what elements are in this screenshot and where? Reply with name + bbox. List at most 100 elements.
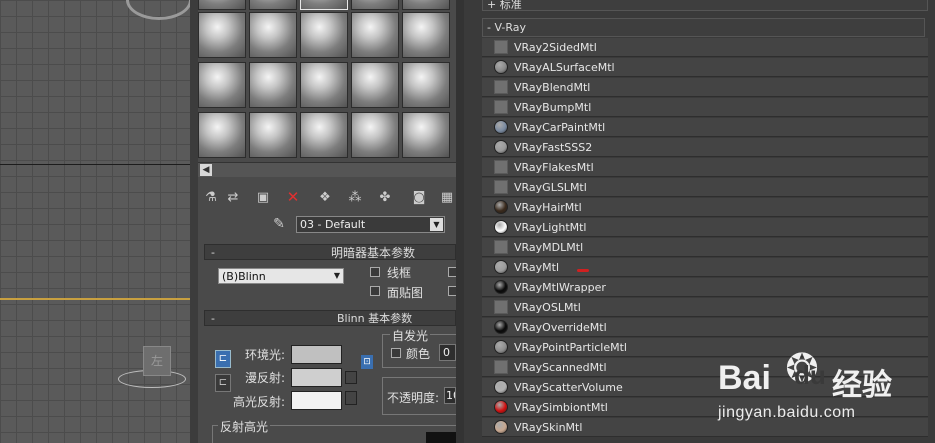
material-list-item[interactable]: VRayFastSSS2	[482, 138, 928, 157]
material-sphere-icon	[494, 220, 508, 234]
sample-slot[interactable]	[351, 62, 399, 108]
slots-scrollbar[interactable]: ◀	[198, 162, 456, 177]
material-list-item[interactable]: VRayOverrideMtl	[482, 318, 928, 337]
sample-slot[interactable]	[402, 12, 450, 58]
material-list-item[interactable]: VRayOSLMtl	[482, 298, 928, 317]
material-name-dropdown[interactable]: 03 - Default ▼	[296, 216, 445, 233]
vray-group-label: - V-Ray	[487, 21, 526, 34]
sample-slot[interactable]	[198, 62, 246, 108]
diffuse-color-swatch[interactable]	[291, 368, 342, 387]
material-list-item[interactable]: VRayFlakesMtl	[482, 158, 928, 177]
wire-checkbox[interactable]	[370, 267, 380, 277]
viewcube-ring[interactable]	[126, 0, 190, 20]
facemap-label: 面贴图	[387, 286, 424, 300]
get-material-icon[interactable]: ⚗	[202, 190, 220, 206]
sample-slot[interactable]	[402, 0, 450, 10]
sample-slot[interactable]	[198, 112, 246, 158]
material-sphere-icon	[494, 340, 508, 354]
material-list-item[interactable]: VRayLightMtl	[482, 218, 928, 237]
material-list-item[interactable]: VRayMtl	[482, 258, 928, 277]
unique-icon[interactable]: ⁂	[346, 190, 364, 206]
sample-slot[interactable]	[300, 112, 348, 158]
opacity-value-field[interactable]: 10	[444, 387, 456, 404]
scroll-left-arrow[interactable]: ◀	[200, 164, 212, 176]
panel-splitter[interactable]	[456, 0, 464, 443]
lock-icon[interactable]: ⊡	[361, 355, 373, 369]
material-id-icon[interactable]: ◙	[410, 190, 428, 206]
vray-group-header[interactable]: - V-Ray	[482, 18, 925, 37]
opacity-label: 不透明度:	[387, 391, 440, 405]
sample-slot[interactable]	[198, 12, 246, 58]
faceted-checkbox[interactable]	[448, 286, 456, 296]
watermark-url: jingyan.baidu.com	[718, 404, 856, 421]
show-map-icon[interactable]: ▦	[438, 190, 456, 206]
material-sphere-icon	[494, 380, 508, 394]
material-list-item[interactable]: VRayGLSLMtl	[482, 178, 928, 197]
opacity-value: 10	[446, 389, 455, 402]
material-toolbar: ⚗ ⇄ ▣ ✕ ❖ ⁂ ✤ ◙ ▦	[198, 186, 456, 208]
self-illum-value-field[interactable]: 0	[439, 344, 456, 361]
material-list-item[interactable]: VRayBumpMtl	[482, 98, 928, 117]
sample-slot[interactable]	[351, 0, 399, 10]
specular-map-button[interactable]	[345, 391, 357, 405]
material-sphere-icon	[494, 420, 508, 434]
sample-slot[interactable]	[249, 112, 297, 158]
sample-slot[interactable]	[402, 112, 450, 158]
collapse-sign: -	[211, 246, 215, 259]
chevron-down-icon[interactable]: ▼	[430, 218, 443, 231]
material-list-item[interactable]: VRay2SidedMtl	[482, 38, 928, 57]
eyedropper-icon[interactable]: ✎	[270, 216, 288, 232]
copy-material-icon[interactable]: ❖	[316, 190, 334, 206]
baidu-logo-text-left: Bai	[718, 359, 771, 397]
shader-rollout-header[interactable]: - 明暗器基本参数	[204, 244, 456, 260]
material-list-item[interactable]: VRayMtlWrapper	[482, 278, 928, 297]
material-sphere-icon	[494, 280, 508, 294]
sample-slot[interactable]	[351, 112, 399, 158]
material-list-item-label: VRayMDLMtl	[514, 241, 584, 254]
material-list-item-label: VRayCarPaintMtl	[514, 121, 606, 134]
sample-slot[interactable]	[300, 0, 348, 10]
viewport-left[interactable]: 左	[0, 0, 190, 443]
put-to-scene-icon[interactable]: ⇄	[224, 190, 242, 206]
collapse-sign: -	[211, 312, 215, 325]
put-to-library-icon[interactable]: ✤	[376, 190, 394, 206]
lock-diffuse-specular-button[interactable]: ⊏	[215, 374, 231, 392]
sample-slot[interactable]	[198, 0, 246, 10]
delete-icon[interactable]: ✕	[284, 189, 302, 205]
standard-group-header[interactable]: + 标准	[482, 0, 928, 11]
sample-slot[interactable]	[249, 0, 297, 10]
two-sided-checkbox[interactable]	[448, 267, 456, 277]
lock-ambient-diffuse-button[interactable]: ⊏	[215, 350, 231, 368]
blinn-rollout-title: Blinn 基本参数	[337, 312, 413, 325]
specular-color-swatch[interactable]	[291, 391, 342, 410]
material-sphere-icon	[494, 140, 508, 154]
material-list-item-label: VRayOSLMtl	[514, 301, 581, 314]
sample-slot[interactable]	[249, 62, 297, 108]
baidu-cn-text: 经验	[832, 369, 892, 402]
material-list-item[interactable]: VRayBlendMtl	[482, 78, 928, 97]
facemap-checkbox[interactable]	[370, 286, 380, 296]
assign-material-icon[interactable]: ▣	[254, 190, 272, 206]
viewcube-face[interactable]: 左	[143, 346, 171, 376]
shader-type-dropdown[interactable]: (B)Blinn ▼	[218, 268, 344, 284]
material-name-value: 03 - Default	[300, 218, 366, 231]
sample-slot[interactable]	[300, 62, 348, 108]
material-list-item[interactable]: VRayMDLMtl	[482, 238, 928, 257]
material-square-icon	[494, 240, 508, 254]
sample-slot[interactable]	[300, 12, 348, 58]
material-list-item[interactable]: VRayALSurfaceMtl	[482, 58, 928, 77]
viewport-splitter[interactable]	[190, 0, 198, 443]
sample-slot[interactable]	[249, 12, 297, 58]
sample-slot[interactable]	[351, 12, 399, 58]
material-list-item[interactable]: VRayHairMtl	[482, 198, 928, 217]
material-list-item[interactable]: VRayCarPaintMtl	[482, 118, 928, 137]
ambient-color-swatch[interactable]	[291, 345, 342, 364]
chevron-down-icon[interactable]: ▼	[334, 271, 340, 280]
diffuse-map-button[interactable]	[345, 371, 357, 384]
baidu-watermark: Bai ❂ du 经验 jingyan.baidu.com	[710, 338, 935, 438]
blinn-rollout-header[interactable]: - Blinn 基本参数	[204, 310, 456, 326]
material-list-item-label: VRayBlendMtl	[514, 81, 591, 94]
sample-slot[interactable]	[402, 62, 450, 108]
self-illum-color-checkbox[interactable]	[391, 348, 401, 358]
material-list-item-label: VRayALSurfaceMtl	[514, 61, 615, 74]
